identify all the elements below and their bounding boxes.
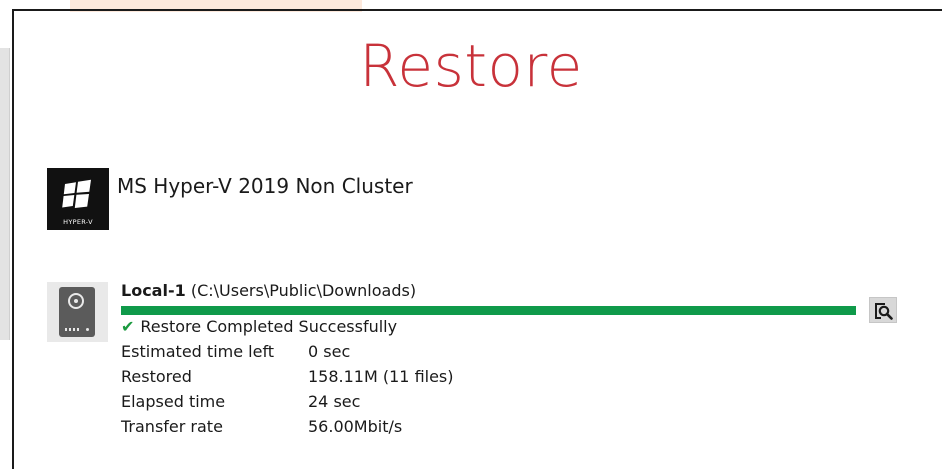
stat-value: 158.11M (11 files) [308, 367, 454, 386]
stat-label: Elapsed time [121, 392, 226, 411]
destination-line: Local-1 (C:\Users\Public\Downloads) [121, 281, 416, 300]
restore-status: ✔ Restore Completed Successfully [121, 317, 397, 336]
restore-progress-fill [121, 306, 856, 315]
hyper-v-logo-icon: HYPER-V [47, 168, 109, 230]
hyper-v-logo-label: HYPER-V [63, 218, 93, 226]
stat-value: 24 sec [308, 392, 361, 411]
backup-source-name: MS Hyper-V 2019 Non Cluster [117, 174, 413, 198]
view-log-button[interactable] [869, 297, 897, 323]
magnifier-document-icon [875, 303, 893, 320]
destination-path: (C:\Users\Public\Downloads) [190, 281, 417, 300]
restore-status-text: Restore Completed Successfully [140, 317, 398, 336]
stat-label: Transfer rate [121, 417, 223, 436]
page-title: Restore [359, 32, 583, 100]
destination-name: Local-1 [121, 281, 186, 300]
check-icon: ✔ [121, 317, 135, 336]
stat-label: Restored [121, 367, 192, 386]
stat-value: 0 sec [308, 342, 351, 361]
restore-progress-bar [121, 306, 856, 315]
windows-flag-icon [62, 179, 91, 208]
stat-label: Estimated time left [121, 342, 275, 361]
stat-value: 56.00Mbit/s [308, 417, 403, 436]
hard-disk-icon [47, 282, 108, 342]
